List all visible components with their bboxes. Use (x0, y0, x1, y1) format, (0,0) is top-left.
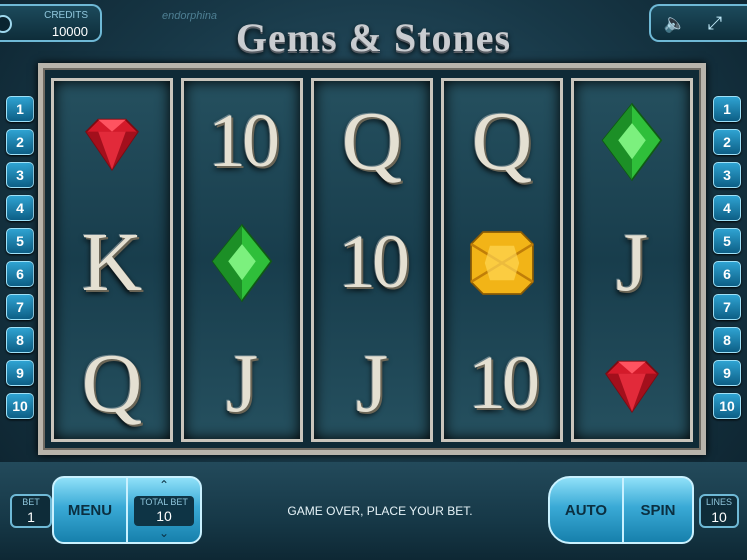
reel-symbol: 10 (444, 323, 560, 444)
spin-button[interactable]: SPIN (622, 476, 694, 544)
chevron-down-icon[interactable]: ⌄ (128, 526, 200, 540)
total-bet-stepper[interactable]: ⌃ TOTAL BET 10 ⌄ (126, 476, 202, 544)
line-button[interactable]: 5 (6, 228, 34, 254)
symbol-label: Q (341, 95, 403, 188)
line-button[interactable]: 8 (6, 327, 34, 353)
reel-symbol: J (314, 323, 430, 444)
symbol-label: K (81, 216, 143, 309)
line-button[interactable]: 3 (6, 162, 34, 188)
symbol-label: Q (471, 95, 533, 188)
fullscreen-icon[interactable]: ⤢ (703, 12, 727, 34)
reel-3: Q 10 J (311, 78, 433, 442)
system-panel: 🔈 ⤢ (649, 4, 747, 42)
line-button[interactable]: 2 (6, 129, 34, 155)
total-bet-value: 10 (156, 508, 172, 524)
ruby-icon (574, 323, 690, 444)
reel-symbol: Q (314, 81, 430, 202)
reel-symbol: K (54, 202, 170, 323)
reel-4: Q 10 (441, 78, 563, 442)
auto-button[interactable]: AUTO (548, 476, 624, 544)
reel-symbol: J (184, 323, 300, 444)
symbol-label: Q (81, 337, 143, 430)
reel-symbol: Q (54, 323, 170, 444)
reel-symbol: 10 (184, 81, 300, 202)
topaz-icon (444, 202, 560, 323)
line-button[interactable]: 4 (713, 195, 741, 221)
symbol-label: J (355, 337, 389, 430)
reel-symbol: 10 (314, 202, 430, 323)
reel-symbol: Q (444, 81, 560, 202)
line-button[interactable]: 4 (6, 195, 34, 221)
bet-label: BET (22, 497, 40, 507)
symbol-label: 10 (338, 220, 410, 304)
game-title: Gems & Stones (235, 15, 512, 60)
reel-5: J (571, 78, 693, 442)
bet-value: 1 (27, 509, 35, 525)
reel-1: KQ (51, 78, 173, 442)
reel-frame: K Q 10 J Q 10 J Q 10 J (38, 63, 706, 455)
line-button[interactable]: 6 (6, 261, 34, 287)
lines-label: LINES (705, 497, 732, 507)
line-button[interactable]: 1 (6, 96, 34, 122)
ruby-icon (54, 81, 170, 202)
total-bet-display: TOTAL BET 10 (134, 496, 194, 526)
symbol-label: J (615, 216, 649, 309)
lines-value: 10 (711, 509, 727, 525)
bet-display: BET 1 (10, 494, 52, 528)
line-button[interactable]: 5 (713, 228, 741, 254)
total-bet-label: TOTAL BET (140, 497, 188, 507)
lines-display: LINES 10 (699, 494, 739, 528)
emerald-icon (184, 202, 300, 323)
symbol-label: J (225, 337, 259, 430)
menu-button[interactable]: MENU (52, 476, 128, 544)
line-button[interactable]: 7 (6, 294, 34, 320)
symbol-label: 10 (208, 99, 280, 183)
chevron-up-icon[interactable]: ⌃ (128, 478, 200, 492)
line-button[interactable]: 10 (6, 393, 34, 419)
status-message: GAME OVER, PLACE YOUR BET. (287, 504, 473, 518)
line-button[interactable]: 1 (713, 96, 741, 122)
line-button[interactable]: 9 (6, 360, 34, 386)
line-button[interactable]: 9 (713, 360, 741, 386)
line-button[interactable]: 2 (713, 129, 741, 155)
symbol-label: 10 (468, 341, 540, 425)
line-button[interactable]: 6 (713, 261, 741, 287)
line-button[interactable]: 10 (713, 393, 741, 419)
line-button[interactable]: 8 (713, 327, 741, 353)
sound-icon[interactable]: 🔈 (663, 12, 687, 34)
reel-symbol: J (574, 202, 690, 323)
line-button[interactable]: 7 (713, 294, 741, 320)
emerald-icon (574, 81, 690, 202)
line-button[interactable]: 3 (713, 162, 741, 188)
reel-2: 10 J (181, 78, 303, 442)
